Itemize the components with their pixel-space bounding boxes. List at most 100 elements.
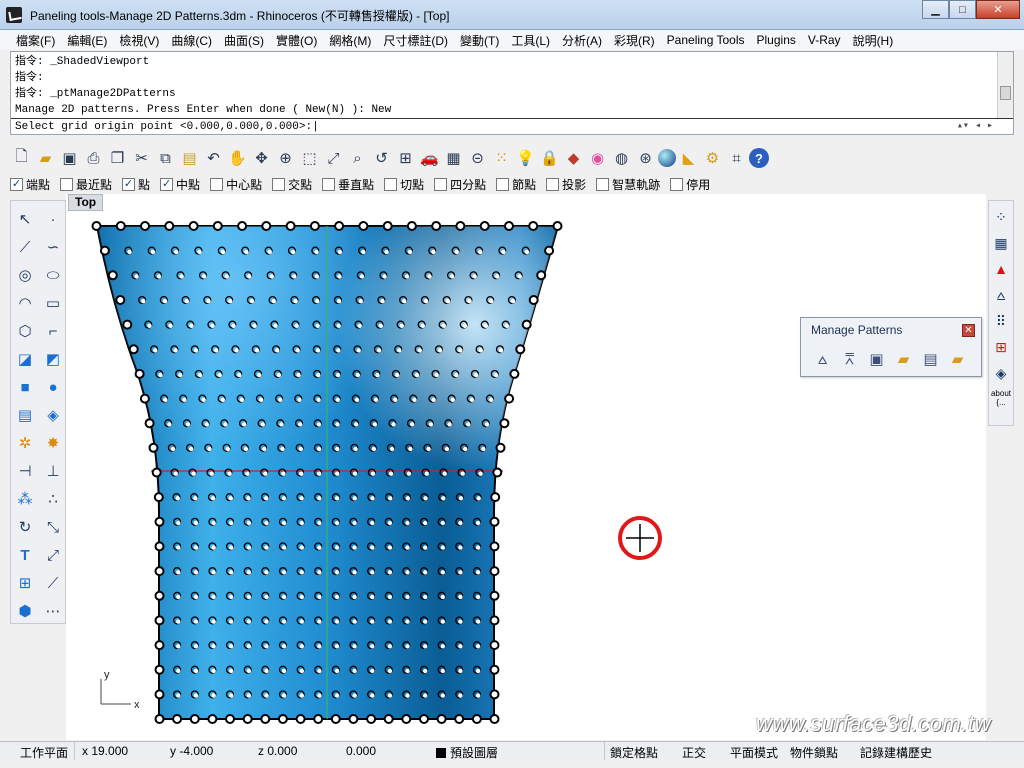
paste-icon[interactable]: ▤ [178,147,201,170]
osnap-disable-checkbox[interactable] [670,177,684,191]
menu-dimension[interactable]: 尺寸標註(D) [377,32,454,49]
grid-point[interactable] [107,270,118,281]
grid-point[interactable] [154,640,165,651]
menu-analyze[interactable]: 分析(A) [556,32,608,49]
osnap-quadrant[interactable]: 四分點 [434,176,486,193]
grid-array-icon[interactable]: ▦ [990,233,1012,253]
arc-icon[interactable]: ◠ [14,292,36,314]
point-icon[interactable]: · [42,208,64,230]
menu-edit[interactable]: 編輯(E) [61,32,113,49]
mesh-plane-icon[interactable]: ◈ [42,404,64,426]
print-icon[interactable]: ⎙ [82,147,105,170]
rotate-view-icon[interactable]: ✥ [250,147,273,170]
rhino-app-icon[interactable] [6,7,22,23]
grid-point[interactable] [309,221,320,231]
menu-paneling-tools[interactable]: Paneling Tools [661,33,751,47]
osnap-point[interactable]: ✓ 點 [122,176,150,193]
status-layer[interactable]: 預設圖層 [436,744,498,761]
grid-point[interactable] [285,221,296,231]
grid-point[interactable] [528,221,539,231]
status-planar[interactable]: 平面模式 [730,744,778,761]
grid-point[interactable] [188,221,199,231]
osnap-near-checkbox[interactable] [60,177,74,191]
analyze-direction-icon[interactable]: ⟋ [42,572,64,594]
open-file-icon[interactable]: ▰ [34,147,57,170]
grid-point[interactable] [330,714,341,724]
maximize-button[interactable]: □ [949,0,976,19]
grid-point[interactable] [128,344,139,355]
grid-point[interactable] [504,221,514,231]
osnap-intersection-checkbox[interactable] [272,177,286,191]
grid-point[interactable] [495,442,506,453]
menu-mesh[interactable]: 網格(M) [323,32,377,49]
ungroup-icon[interactable]: ∴ [42,488,64,510]
grid-point[interactable] [295,714,306,724]
grid-point[interactable] [489,689,500,700]
grid-point[interactable] [489,516,500,527]
more-tools-icon[interactable]: ⋯ [42,600,64,622]
osnap-center[interactable]: 中心點 [210,176,262,193]
grid-point[interactable] [313,714,324,724]
osnap-near[interactable]: 最近點 [60,176,112,193]
osnap-mid-checkbox[interactable]: ✓ [160,177,174,191]
grid-point[interactable] [154,516,165,527]
grid-point[interactable] [471,714,482,724]
grid-point[interactable] [122,319,133,330]
menu-view[interactable]: 檢視(V) [113,32,165,49]
grid-point[interactable] [115,221,126,231]
import-icon[interactable]: ❐ [106,147,129,170]
viewport-tab[interactable]: Top [68,194,104,211]
grid-point[interactable] [172,714,183,724]
dot-grid-icon[interactable]: ⠿ [990,311,1012,331]
surface-corners-icon[interactable]: ◪ [14,348,36,370]
grid-point[interactable] [212,221,223,231]
group-icon[interactable]: ⁂ [14,488,36,510]
pan-icon[interactable]: ✋ [226,147,249,170]
polygon-icon[interactable]: ⬡ [14,320,36,342]
osnap-perpendicular-checkbox[interactable] [322,177,336,191]
close-button[interactable]: ✕ [976,0,1020,19]
polyline-icon[interactable]: ⟋ [14,236,36,258]
points-icon[interactable]: ⁙ [490,147,513,170]
render-mesh-icon[interactable]: ⊛ [634,147,657,170]
top-viewport[interactable]: y x Top [66,194,986,740]
box-solid-icon[interactable]: ■ [14,376,36,398]
osnap-perpendicular[interactable]: 垂直點 [322,176,374,193]
grid-point[interactable] [153,492,164,503]
grid-point[interactable] [499,418,510,429]
block-icon[interactable]: ⬢ [14,600,36,622]
grid-point[interactable] [151,467,162,478]
status-record-history[interactable]: 記錄建構歷史 [860,744,932,761]
grid-point[interactable] [504,393,515,404]
rotate-icon[interactable]: ↻ [14,516,36,538]
osnap-disable[interactable]: 停用 [670,176,710,193]
grid-point[interactable] [154,541,165,552]
flashlight-icon[interactable]: ◣ [677,147,700,170]
puzzle-icon[interactable]: ⌗ [725,147,748,170]
grid-point[interactable] [261,221,272,231]
grid-point[interactable] [91,221,102,231]
grid-point[interactable] [401,714,412,724]
grid-point[interactable] [521,319,532,330]
menu-render[interactable]: 彩現(R) [608,32,661,49]
grid-point[interactable] [189,714,200,724]
layer-icon[interactable]: ◆ [562,147,585,170]
grid-point[interactable] [225,714,235,724]
grid-point[interactable] [454,714,465,724]
grid-point[interactable] [144,418,155,429]
save-pattern-as-icon[interactable]: ▤ [919,348,942,370]
osnap-smarttrack[interactable]: 智慧軌跡 [596,176,660,193]
extrude-surface-icon[interactable]: ◩ [42,348,64,370]
grid-point[interactable] [509,368,520,379]
grid-point[interactable] [348,714,359,724]
new-file-icon[interactable]: 🗋 [10,147,33,170]
grid-point[interactable] [134,368,145,379]
rectangle-icon[interactable]: ▭ [42,292,64,314]
select-arrow-icon[interactable]: ↖ [14,208,36,230]
pattern-paneling-icon[interactable]: ⩟ [990,285,1012,305]
panel-grid-icon[interactable]: ⊞ [990,337,1012,357]
grid-point[interactable] [489,664,500,675]
grid-point[interactable] [544,245,555,256]
grid-point[interactable] [492,467,503,478]
menu-surface[interactable]: 曲面(S) [218,32,270,49]
